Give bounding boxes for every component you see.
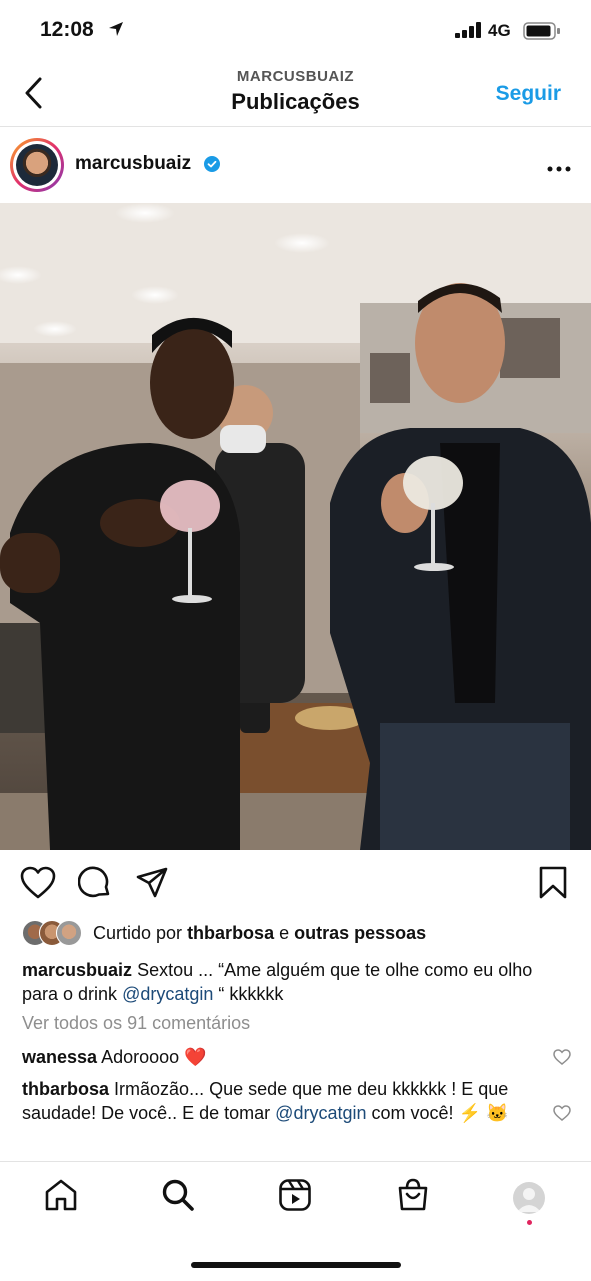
view-all-comments-link[interactable]: Ver todos os 91 comentários — [22, 1013, 250, 1034]
comment-like-icon[interactable] — [553, 1049, 571, 1070]
comment-username[interactable]: thbarbosa — [22, 1079, 109, 1099]
caption-username[interactable]: marcusbuaiz — [22, 960, 132, 980]
profile-avatar[interactable] — [513, 1182, 545, 1214]
comment-username[interactable]: wanessa — [22, 1047, 97, 1067]
share-icon[interactable] — [135, 866, 169, 905]
page-header: MARCUSBUAIZ Publicações Seguir — [0, 62, 591, 127]
network-type: 4G — [488, 21, 511, 40]
reels-icon[interactable] — [278, 1178, 312, 1217]
home-indicator — [191, 1262, 401, 1268]
signal-icon — [455, 22, 483, 43]
comment-mention[interactable]: @drycatgin — [275, 1103, 366, 1123]
caption-mention[interactable]: @drycatgin — [122, 984, 213, 1004]
photo-illustration — [0, 203, 591, 850]
battery-icon — [523, 22, 561, 45]
comment-icon[interactable] — [77, 866, 112, 905]
bookmark-icon[interactable] — [538, 866, 568, 905]
follow-button[interactable]: Seguir — [496, 82, 561, 106]
home-icon[interactable] — [44, 1178, 78, 1217]
liker-avatar — [56, 920, 82, 946]
bottom-tab-bar — [0, 1161, 591, 1281]
liked-connector: e — [279, 923, 290, 943]
liker-avatars — [22, 920, 88, 946]
post-username[interactable]: marcusbuaiz — [75, 153, 191, 175]
status-bar: 12:08 4G — [0, 0, 591, 62]
post-header: marcusbuaiz — [0, 127, 591, 203]
comment-item: wanessa Adoroooo ❤️ — [22, 1045, 532, 1069]
comment-item: thbarbosa Irmãozão... Que sede que me de… — [22, 1077, 532, 1125]
location-arrow-icon — [108, 21, 124, 42]
like-heart-icon[interactable] — [20, 866, 56, 905]
liked-user[interactable]: thbarbosa — [187, 923, 274, 943]
liked-by-text: Curtido por thbarbosa e outras pessoas — [93, 923, 426, 944]
verified-badge-icon — [204, 156, 220, 177]
avatar-image — [16, 144, 58, 186]
more-options-icon[interactable] — [547, 161, 571, 172]
post-caption: marcusbuaiz Sextou ... “Ame alguém que t… — [22, 958, 570, 1006]
comment-like-icon[interactable] — [553, 1105, 571, 1126]
avatar[interactable] — [10, 138, 64, 192]
comment-text-end: com você! ⚡ 🐱 — [371, 1103, 509, 1123]
post-photo[interactable] — [0, 203, 591, 850]
search-icon[interactable] — [161, 1178, 195, 1217]
shop-icon[interactable] — [396, 1178, 430, 1217]
comment-text: Adoroooo ❤️ — [101, 1047, 207, 1067]
caption-text-end: “ kkkkkk — [218, 984, 284, 1004]
notification-dot — [527, 1220, 532, 1225]
liked-prefix: Curtido por — [93, 923, 183, 943]
status-time: 12:08 — [40, 18, 94, 41]
post-actions — [0, 866, 591, 906]
liked-others[interactable]: outras pessoas — [294, 923, 426, 943]
